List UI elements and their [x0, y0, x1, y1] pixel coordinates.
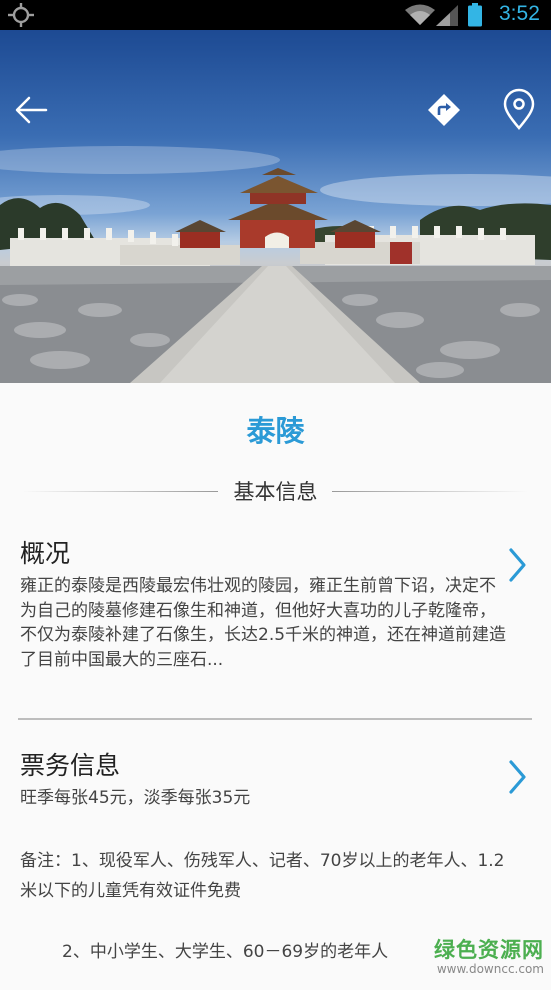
status-time: 3:52	[499, 2, 540, 25]
overview-heading: 概况	[20, 539, 71, 568]
gps-icon	[8, 3, 34, 31]
status-bar: 3:52	[0, 0, 551, 30]
page-title: 泰陵	[246, 414, 305, 448]
overview-text: 雍正的泰陵是西陵最宏伟壮观的陵园，雍正生前曾下诏，决定不为自己的陵墓修建石像生和…	[20, 576, 507, 670]
tickets-chevron-icon[interactable]	[508, 759, 528, 795]
tickets-note-1: 备注：1、现役军人、伤残军人、记者、70岁以上的老年人、1.2米以下的儿童凭有效…	[20, 851, 505, 901]
tickets-price: 旺季每张45元，淡季每张35元	[20, 788, 251, 808]
wifi-icon	[405, 4, 435, 30]
divider	[18, 718, 532, 720]
hero-image	[0, 30, 551, 383]
mausoleum-photo	[0, 146, 551, 383]
directions-icon[interactable]	[424, 90, 464, 130]
location-pin-icon[interactable]	[499, 88, 539, 132]
section-header: 基本信息	[0, 476, 551, 510]
overview-card[interactable]: 概况 雍正的泰陵是西陵最宏伟壮观的陵园，雍正生前曾下诏，决定不为自己的陵墓修建石…	[20, 538, 510, 672]
watermark-url: www.downcc.com	[436, 962, 544, 976]
tickets-heading: 票务信息	[20, 751, 121, 780]
back-arrow-icon[interactable]	[12, 92, 52, 132]
battery-icon	[467, 3, 483, 31]
section-line-right	[332, 491, 528, 492]
watermark-name: 绿色资源网	[434, 938, 544, 962]
tickets-card[interactable]: 票务信息 旺季每张45元，淡季每张35元	[20, 750, 510, 811]
watermark: 绿色资源网 www.downcc.com	[414, 934, 544, 976]
overview-chevron-icon[interactable]	[508, 547, 528, 583]
signal-icon	[436, 5, 458, 30]
